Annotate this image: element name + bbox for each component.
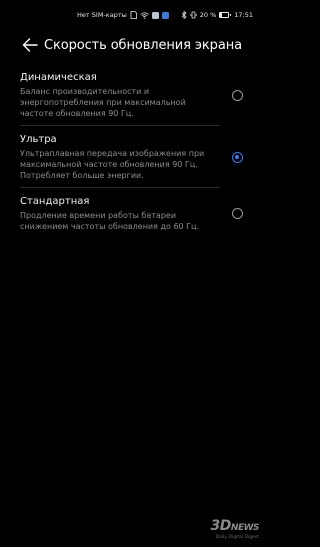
radio-button[interactable]	[232, 152, 243, 163]
divider	[20, 187, 220, 188]
battery-percent: 20 %	[199, 11, 217, 19]
option-title: Стандартная	[20, 196, 90, 207]
page-title: Скорость обновления экрана	[44, 37, 242, 53]
wifi-icon	[139, 11, 149, 19]
vibrate-icon	[190, 11, 197, 19]
watermark-logo: 3DNEWS	[210, 518, 260, 534]
status-bar: Нет SIM-карты 20 % 17:51	[0, 0, 265, 30]
arrow-left-icon	[22, 38, 38, 52]
notification-icon	[161, 11, 169, 19]
battery-icon	[219, 12, 232, 18]
battery-level	[220, 13, 222, 17]
carrier-text: Нет SIM-карты	[77, 11, 127, 19]
watermark-tagline: Daily Digital Digest	[215, 535, 259, 540]
option-dynamic[interactable]: Динамическая Баланс производительности и…	[0, 68, 265, 119]
clock: 17:51	[234, 11, 253, 19]
radio-button[interactable]	[232, 90, 243, 101]
option-description: Ультраплавная передача изображения при м…	[20, 149, 205, 180]
watermark: 3DNEWS Daily Digital Digest	[210, 518, 260, 541]
option-title: Ультра	[20, 134, 57, 145]
option-description: Баланс производительности и энергопотреб…	[20, 87, 186, 118]
option-standard[interactable]: Стандартная Продление времени работы бат…	[0, 192, 265, 232]
option-title: Динамическая	[20, 72, 97, 83]
refresh-rate-options: Динамическая Баланс производительности и…	[0, 68, 265, 232]
notification-icon	[151, 11, 159, 19]
bluetooth-icon	[181, 11, 187, 19]
radio-button[interactable]	[232, 208, 243, 219]
sim-icon	[130, 11, 137, 19]
divider	[20, 125, 220, 126]
option-ultra[interactable]: Ультра Ультраплавная передача изображени…	[0, 130, 265, 181]
app-bar: Скорость обновления экрана	[0, 30, 265, 60]
option-description: Продление времени работы батареи снижени…	[20, 211, 200, 231]
